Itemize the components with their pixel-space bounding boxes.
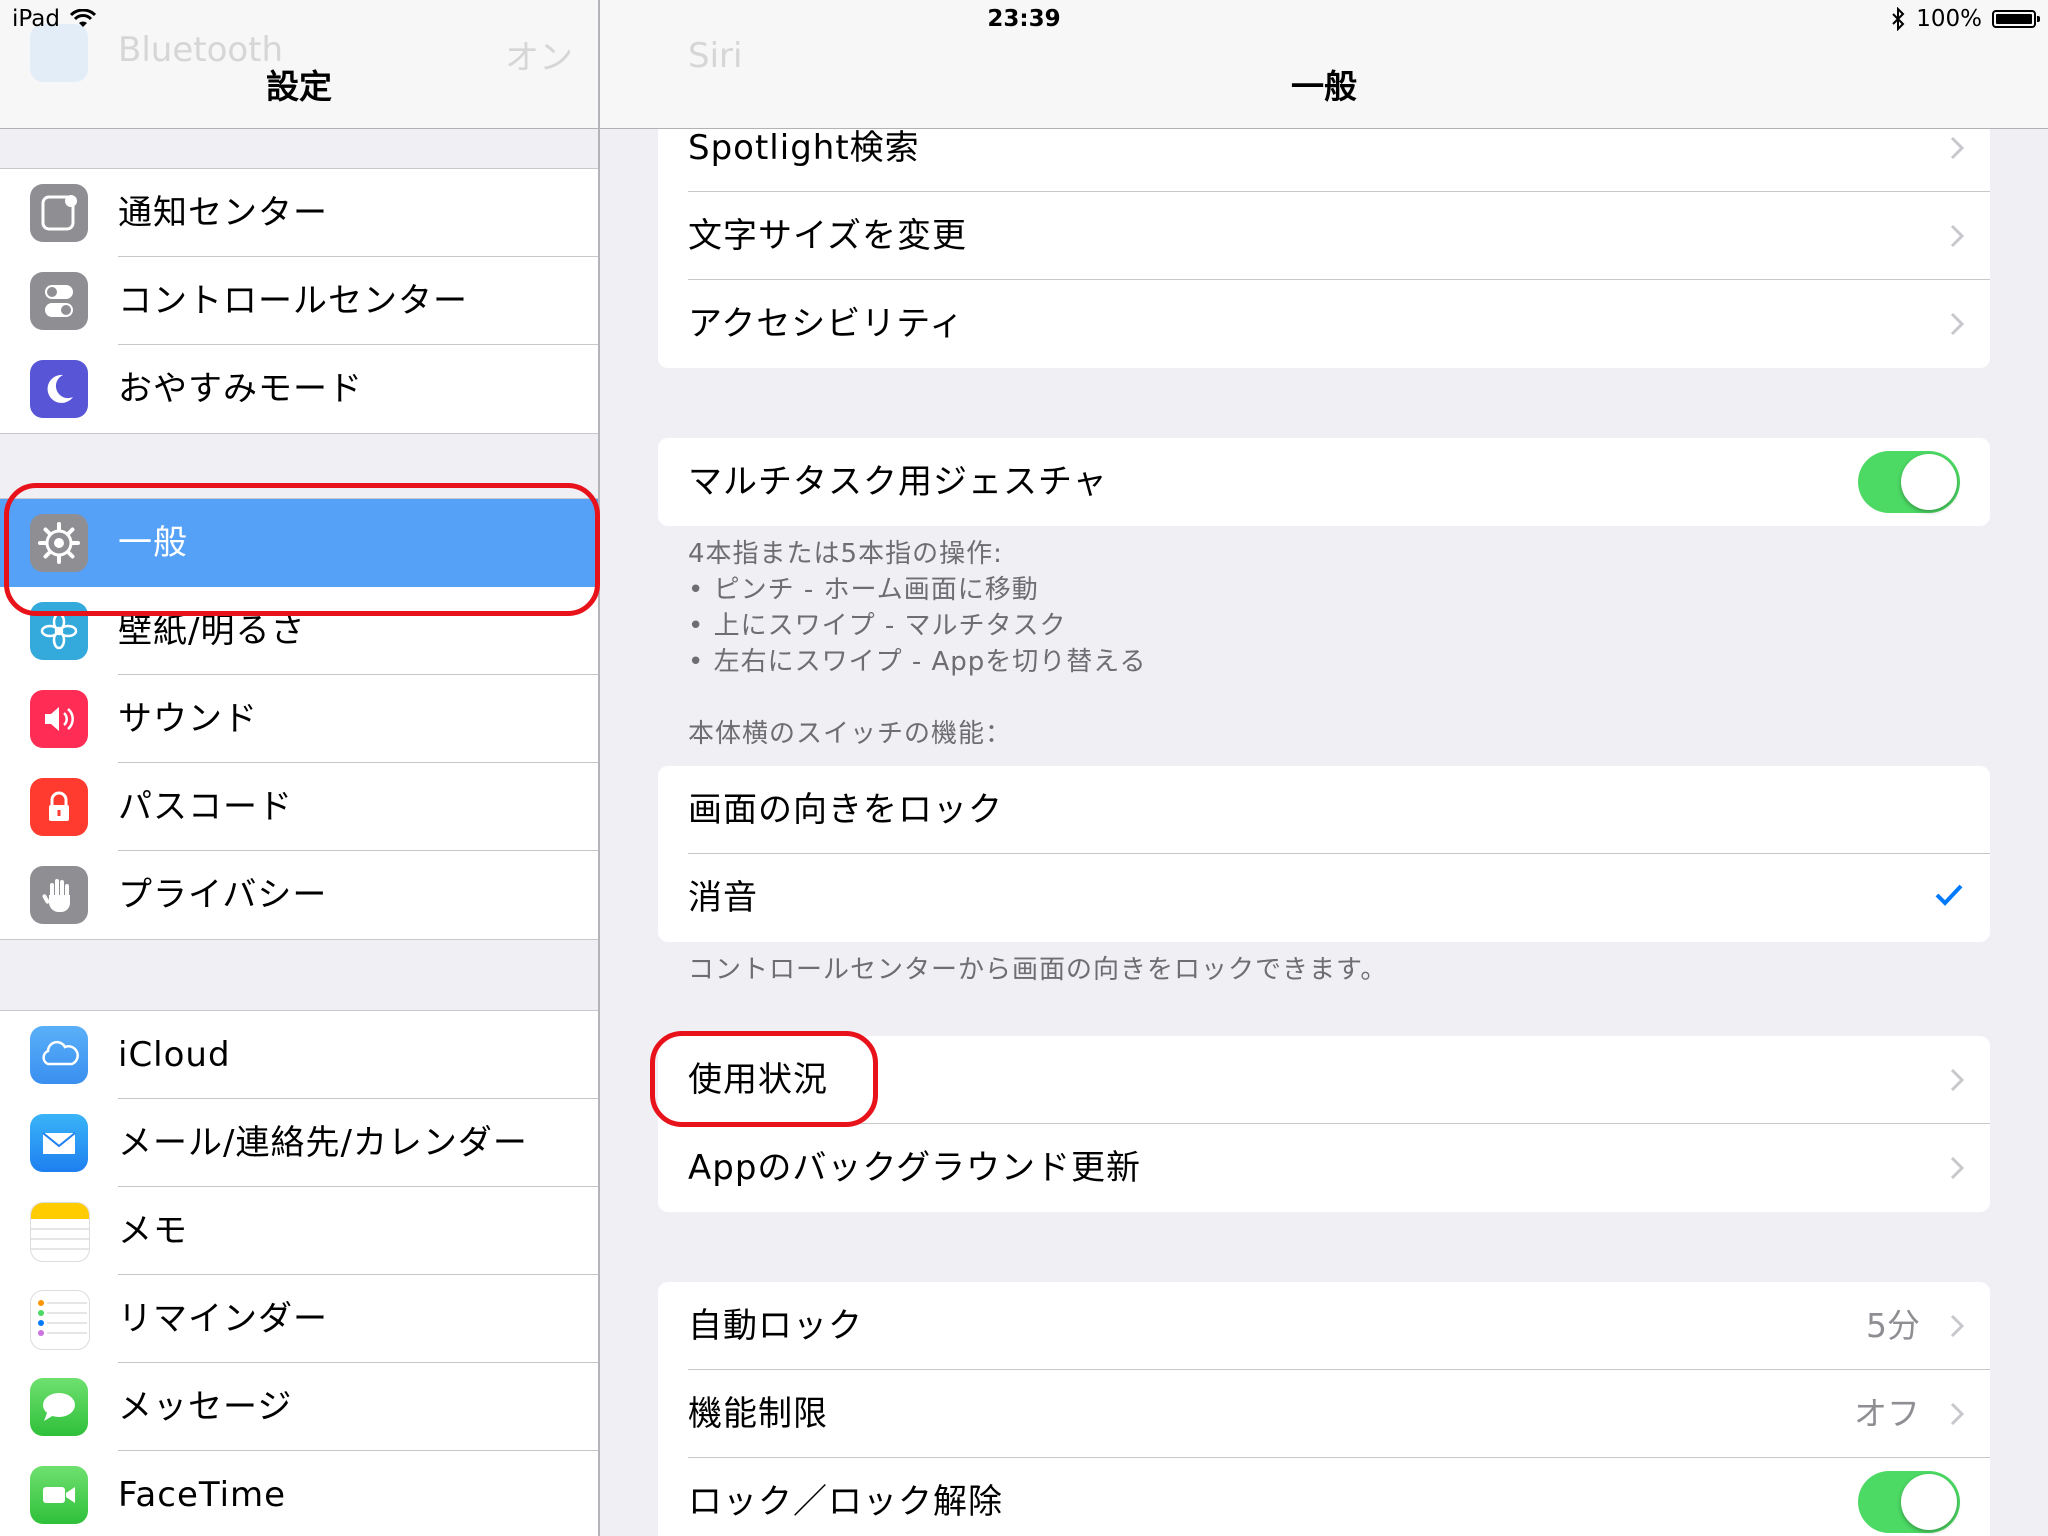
multitask-note: 4本指または5本指の操作: • ピンチ - ホーム画面に移動 • 上にスワイプ … — [688, 536, 1147, 680]
notes-icon — [30, 1202, 90, 1262]
speaker-icon — [30, 690, 88, 748]
multitask-gestures-row: マルチタスク用ジェスチャ — [658, 438, 1990, 526]
status-bar: iPad 23:39 100% — [0, 0, 2048, 40]
sidebar-item-wallpaper[interactable]: 壁紙/明るさ — [0, 587, 598, 675]
sidebar-item-notification-center[interactable]: 通知センター — [0, 169, 598, 257]
sidebar-item-facetime[interactable]: FaceTime — [0, 1451, 598, 1536]
sidebar-item-general[interactable]: 一般 — [0, 499, 598, 587]
sidebar-item-label: リマインダー — [118, 1299, 328, 1339]
row-label: Appのバックグラウンド更新 — [688, 1148, 1142, 1188]
cloud-icon — [30, 1026, 88, 1084]
settings-master-pane: Bluetooth オン 設定 通知センター コントロールセンター おやすみモー… — [0, 0, 600, 1536]
reminders-icon — [30, 1290, 90, 1350]
sidebar-item-control-center[interactable]: コントロールセンター — [0, 257, 598, 345]
switch-section-footer: コントロールセンターから画面の向きをロックできます。 — [688, 955, 1388, 985]
general-card-1: Spotlight検索 文字サイズを変更 アクセシビリティ — [658, 104, 1990, 368]
accessibility-row[interactable]: アクセシビリティ — [658, 280, 1990, 368]
sidebar-item-label: サウンド — [118, 699, 258, 739]
facetime-icon — [30, 1466, 88, 1524]
sidebar-item-icloud[interactable]: iCloud — [0, 1011, 598, 1099]
status-time: 23:39 — [987, 6, 1061, 32]
multitask-gestures-toggle[interactable] — [1858, 451, 1960, 513]
usage-row[interactable]: 使用状況 — [658, 1036, 1990, 1124]
sidebar-item-sounds[interactable]: サウンド — [0, 675, 598, 763]
restrictions-row[interactable]: 機能制限 オフ — [658, 1370, 1990, 1458]
sidebar-item-privacy[interactable]: プライバシー — [0, 851, 598, 939]
sidebar-item-label: 壁紙/明るさ — [118, 611, 306, 651]
auto-lock-row[interactable]: 自動ロック 5分 — [658, 1282, 1990, 1370]
row-value: 5分 — [1866, 1306, 1920, 1345]
bluetooth-icon — [1892, 7, 1905, 31]
settings-group-3: iCloud メール/連絡先/カレンダー メモ リマインダー メッセージ Fac… — [0, 1010, 598, 1536]
control-center-icon — [30, 272, 88, 330]
lock-settings-card: 自動ロック 5分 機能制限 オフ ロック／ロック解除 — [658, 1282, 1990, 1536]
row-label: 機能制限 — [688, 1394, 828, 1434]
lock-unlock-row: ロック／ロック解除 — [658, 1458, 1990, 1536]
lock-unlock-toggle[interactable] — [1858, 1471, 1960, 1533]
switch-section-header: 本体横のスイッチの機能： — [688, 719, 1013, 749]
battery-icon — [1992, 10, 2040, 28]
note-line: 4本指または5本指の操作: — [688, 539, 1003, 569]
note-line: • ピンチ - ホーム画面に移動 — [688, 575, 1039, 605]
side-switch-card: 画面の向きをロック 消音 — [658, 766, 1990, 942]
sidebar-item-notes[interactable]: メモ — [0, 1187, 598, 1275]
chevron-right-icon — [1950, 224, 1964, 248]
row-label: 画面の向きをロック — [688, 790, 1003, 830]
messages-icon — [30, 1378, 88, 1436]
text-size-row[interactable]: 文字サイズを変更 — [658, 192, 1990, 280]
chevron-right-icon — [1950, 1068, 1964, 1092]
note-line: • 左右にスワイプ - Appを切り替える — [688, 647, 1147, 677]
sidebar-item-mail-contacts-calendars[interactable]: メール/連絡先/カレンダー — [0, 1099, 598, 1187]
mute-row[interactable]: 消音 — [658, 854, 1990, 942]
master-title: 設定 — [266, 67, 332, 106]
mail-icon — [30, 1114, 88, 1172]
row-label: 自動ロック — [688, 1306, 863, 1346]
battery-percent: 100% — [1916, 6, 1982, 32]
chevron-right-icon — [1950, 136, 1964, 160]
sidebar-item-passcode[interactable]: パスコード — [0, 763, 598, 851]
general-detail-pane: Siri 一般 Spotlight検索 文字サイズを変更 アクセシビリティ マル… — [600, 0, 2048, 1536]
settings-group-1: 通知センター コントロールセンター おやすみモード — [0, 168, 598, 434]
sidebar-item-label: メモ — [118, 1211, 188, 1251]
chevron-right-icon — [1950, 1314, 1964, 1338]
sidebar-item-label: おやすみモード — [118, 369, 363, 409]
sidebar-item-label: プライバシー — [118, 875, 328, 915]
row-label: アクセシビリティ — [688, 304, 965, 344]
wallpaper-icon — [30, 602, 88, 660]
sidebar-item-do-not-disturb[interactable]: おやすみモード — [0, 345, 598, 433]
row-label: 消音 — [688, 878, 758, 918]
detail-title: 一般 — [1291, 67, 1357, 106]
sidebar-item-label: FaceTime — [118, 1475, 287, 1515]
sidebar-item-label: 通知センター — [118, 193, 328, 233]
notification-center-icon — [30, 184, 88, 242]
sidebar-item-label: iCloud — [118, 1035, 231, 1075]
sidebar-item-label: パスコード — [118, 787, 293, 827]
row-label: マルチタスク用ジェスチャ — [688, 462, 1108, 502]
lock-rotation-row[interactable]: 画面の向きをロック — [658, 766, 1990, 854]
sidebar-item-reminders[interactable]: リマインダー — [0, 1275, 598, 1363]
row-value: オフ — [1854, 1394, 1920, 1433]
sidebar-item-label: メール/連絡先/カレンダー — [118, 1123, 528, 1163]
note-line: • 上にスワイプ - マルチタスク — [688, 611, 1067, 641]
moon-icon — [30, 360, 88, 418]
chevron-right-icon — [1950, 1156, 1964, 1180]
usage-card: 使用状況 Appのバックグラウンド更新 — [658, 1036, 1990, 1212]
chevron-right-icon — [1950, 312, 1964, 336]
sidebar-item-messages[interactable]: メッセージ — [0, 1363, 598, 1451]
sidebar-item-label: メッセージ — [118, 1387, 293, 1427]
hand-icon — [30, 866, 88, 924]
sidebar-item-label: コントロールセンター — [118, 281, 468, 321]
chevron-right-icon — [1950, 1402, 1964, 1426]
multitask-card: マルチタスク用ジェスチャ — [658, 438, 1990, 526]
lock-icon — [30, 778, 88, 836]
row-label: 使用状況 — [688, 1060, 828, 1100]
gear-icon — [30, 514, 88, 572]
row-label: 文字サイズを変更 — [688, 216, 967, 256]
row-label: ロック／ロック解除 — [688, 1482, 1003, 1522]
checkmark-icon — [1935, 884, 1963, 906]
background-app-refresh-row[interactable]: Appのバックグラウンド更新 — [658, 1124, 1990, 1212]
sidebar-item-label: 一般 — [118, 523, 188, 563]
settings-group-2: 一般 壁紙/明るさ サウンド パスコード プライバシー — [0, 498, 598, 940]
